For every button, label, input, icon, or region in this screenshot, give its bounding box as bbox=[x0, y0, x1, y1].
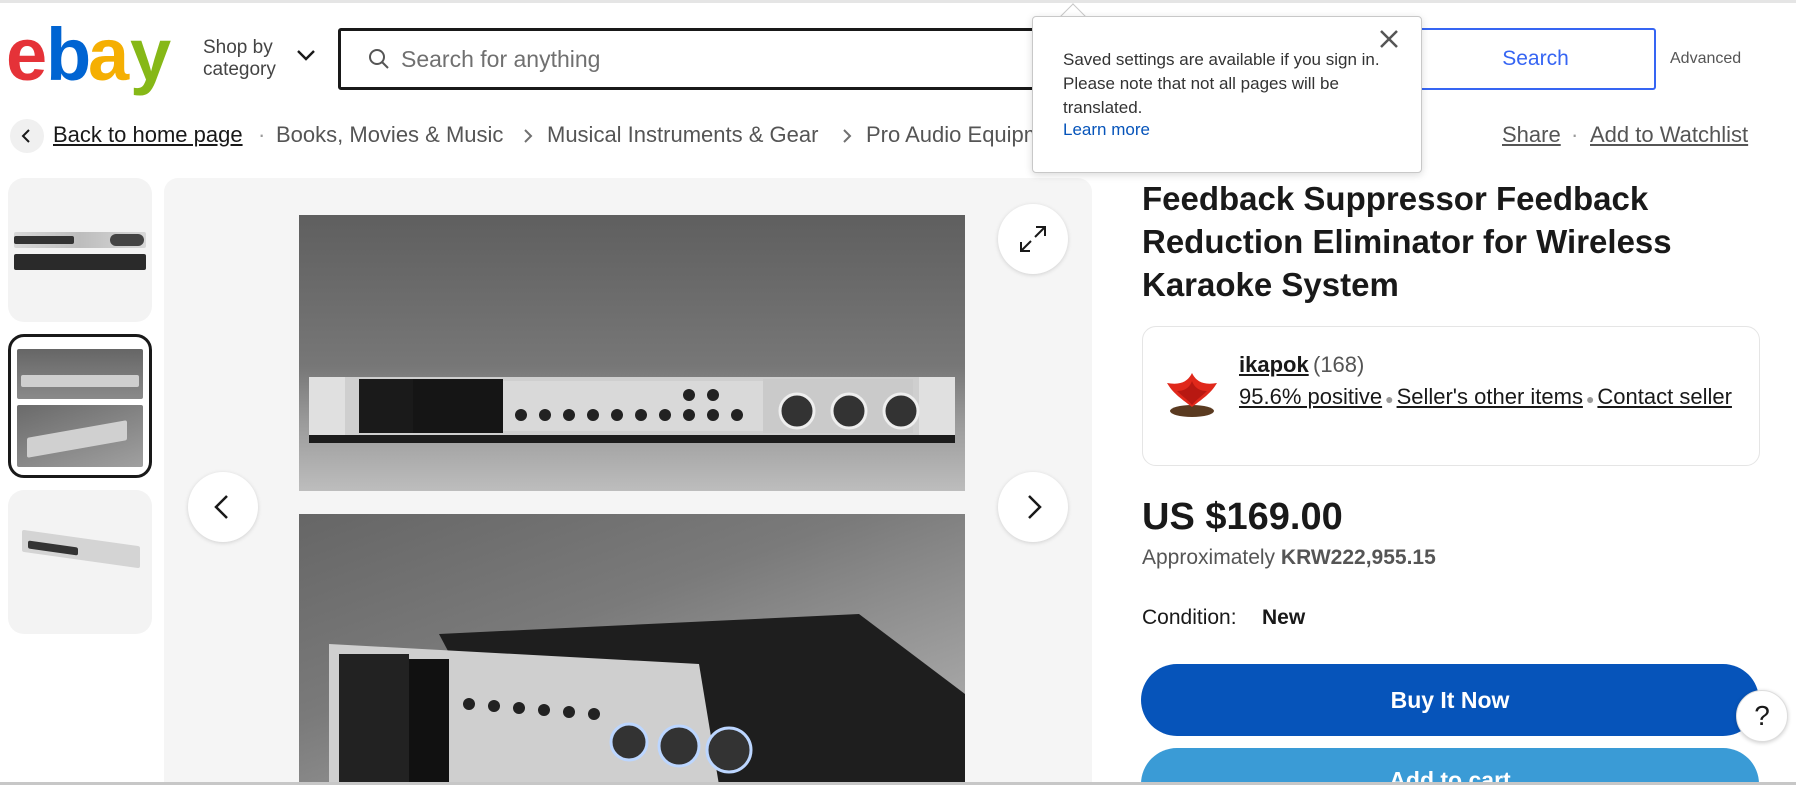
breadcrumb-dot: · bbox=[1571, 122, 1579, 147]
thumbnail-image-detail bbox=[14, 236, 74, 244]
seller-links: 95.6% positive ● Seller's other items ● Cont… bbox=[1239, 382, 1749, 414]
add-to-watchlist-link[interactable]: Add to Watchlist bbox=[1590, 122, 1748, 148]
condition-label: Condition: bbox=[1142, 606, 1237, 629]
seller-card: ikapok (168) 95.6% positive ● Seller's oth… bbox=[1142, 326, 1760, 466]
seller-positive-link[interactable]: 95.6% positive bbox=[1239, 384, 1382, 409]
chevron-down-icon[interactable] bbox=[296, 48, 316, 62]
expand-image-button[interactable] bbox=[998, 204, 1068, 274]
approx-price: Approximately KRW222,955.15 bbox=[1142, 546, 1436, 570]
seller-avatar[interactable] bbox=[1161, 367, 1223, 421]
chevron-right-icon bbox=[843, 129, 852, 143]
back-button[interactable] bbox=[10, 119, 44, 153]
chevron-right-icon bbox=[524, 129, 533, 143]
shop-by-category[interactable]: Shop by category bbox=[203, 37, 276, 81]
condition-value: New bbox=[1262, 606, 1306, 629]
top-border bbox=[0, 0, 1796, 3]
chevron-left-icon bbox=[21, 129, 30, 143]
svg-text:a: a bbox=[88, 22, 130, 96]
thumbnail-image-detail bbox=[21, 375, 139, 387]
thumbnail-2-selected[interactable] bbox=[8, 334, 152, 478]
shop-by-line1: Shop by bbox=[203, 37, 273, 58]
approx-value: KRW222,955.15 bbox=[1280, 546, 1436, 569]
breadcrumb-item-instruments[interactable]: Musical Instruments & Gear bbox=[547, 122, 818, 148]
item-title: Feedback Suppressor Feedback Reduction E… bbox=[1142, 180, 1672, 303]
breadcrumb-item-books[interactable]: Books, Movies & Music bbox=[276, 122, 503, 148]
item-price: US $169.00 bbox=[1142, 496, 1343, 538]
thumbnail-image bbox=[17, 349, 143, 399]
svg-text:b: b bbox=[46, 22, 91, 96]
product-render-front bbox=[309, 377, 955, 443]
breadcrumb-dot: · bbox=[258, 122, 266, 147]
dot-separator: ● bbox=[1585, 391, 1595, 407]
thumbnail-3[interactable] bbox=[8, 490, 152, 634]
buy-it-now-button[interactable]: Buy It Now bbox=[1141, 664, 1759, 736]
tooltip-text: Saved settings are available if you sign… bbox=[1063, 50, 1380, 117]
search-button[interactable]: Search bbox=[1415, 28, 1656, 90]
translation-tooltip: Saved settings are available if you sign… bbox=[1032, 16, 1422, 173]
product-photo-front bbox=[299, 215, 965, 491]
svg-text:y: y bbox=[130, 22, 171, 96]
breadcrumb-back-home[interactable]: Back to home page bbox=[53, 122, 243, 148]
share-link[interactable]: Share bbox=[1502, 122, 1561, 148]
thumbnail-image-back bbox=[14, 254, 146, 270]
ebay-logo[interactable]: e b a y bbox=[6, 22, 186, 98]
main-image-panel[interactable] bbox=[164, 178, 1092, 785]
help-button[interactable]: ? bbox=[1736, 690, 1788, 742]
product-photo-angle bbox=[299, 514, 965, 785]
chevron-left-icon bbox=[214, 495, 228, 519]
breadcrumb-item-pro-audio[interactable]: Pro Audio Equipm bbox=[866, 122, 1042, 148]
add-to-cart-button[interactable]: Add to cart bbox=[1141, 748, 1759, 785]
thumbnail-1[interactable] bbox=[8, 178, 152, 322]
dot-separator: ● bbox=[1385, 391, 1394, 407]
search-icon bbox=[369, 49, 389, 69]
seller-other-items-link[interactable]: Seller's other items bbox=[1397, 384, 1583, 409]
previous-image-button[interactable] bbox=[188, 472, 258, 542]
contact-seller-link[interactable]: Contact seller bbox=[1597, 384, 1732, 409]
product-render-angle bbox=[329, 614, 965, 785]
svg-text:e: e bbox=[6, 22, 45, 96]
close-icon[interactable] bbox=[1378, 28, 1400, 50]
advanced-search-link[interactable]: Advanced bbox=[1670, 50, 1741, 68]
chevron-right-icon bbox=[1028, 495, 1042, 519]
search-input[interactable] bbox=[401, 43, 1001, 75]
expand-icon bbox=[1020, 226, 1046, 252]
shop-by-line2: category bbox=[203, 59, 276, 80]
learn-more-link[interactable]: Learn more bbox=[1063, 120, 1150, 140]
thumbnail-image-detail bbox=[110, 234, 144, 246]
next-image-button[interactable] bbox=[998, 472, 1068, 542]
seller-name-link[interactable]: ikapok bbox=[1239, 352, 1309, 378]
approx-label: Approximately bbox=[1142, 546, 1276, 569]
seller-feedback-count: (168) bbox=[1313, 352, 1365, 377]
